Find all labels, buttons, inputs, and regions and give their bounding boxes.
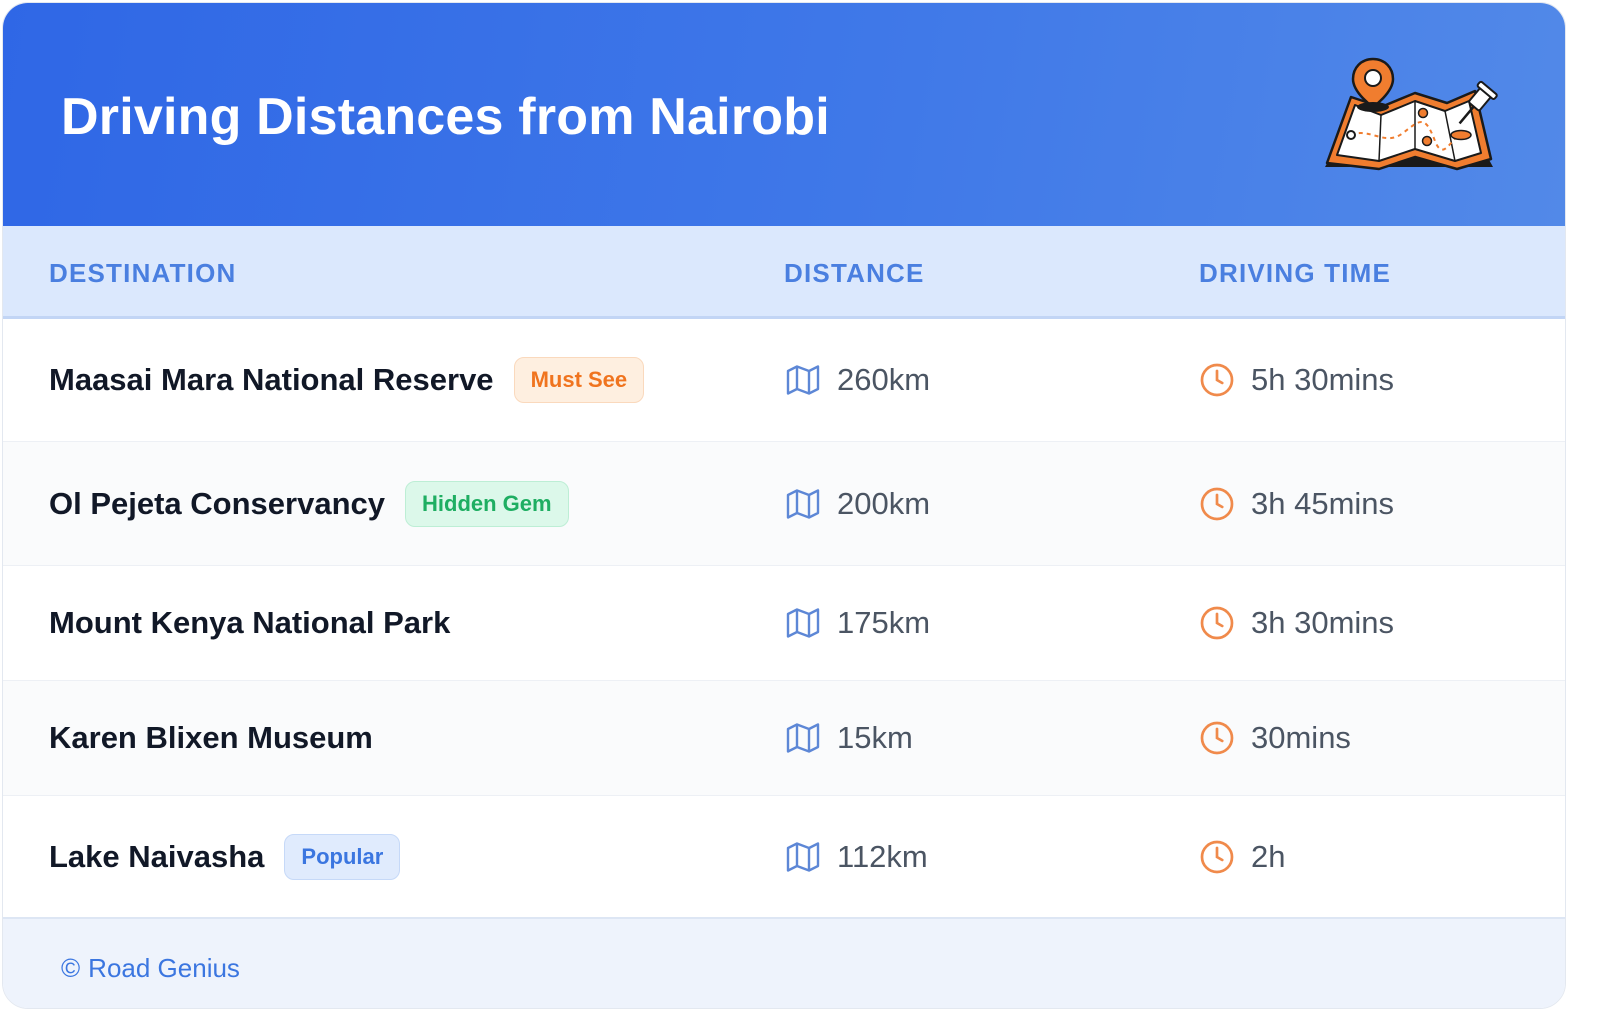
time-value: 3h 30mins — [1251, 605, 1395, 640]
map-pin-illustration — [1325, 57, 1498, 171]
map-icon — [785, 486, 821, 522]
header-banner: Driving Distances from Nairobi — [3, 3, 1565, 226]
time-cell: 30mins — [1199, 720, 1351, 756]
column-header-driving-time[interactable]: DRIVING TIME — [1199, 258, 1391, 289]
table-row[interactable]: Lake Naivasha Popular 112km 2h — [3, 796, 1565, 917]
destination-cell: Karen Blixen Museum — [49, 720, 373, 756]
clock-icon — [1199, 720, 1235, 756]
time-cell: 2h — [1199, 839, 1285, 875]
destination-cell: Mount Kenya National Park — [49, 605, 450, 641]
destination-cell: Lake Naivasha Popular — [49, 833, 401, 880]
copyright-icon: © — [61, 953, 81, 983]
page-title: Driving Distances from Nairobi — [61, 88, 830, 146]
column-header-distance[interactable]: DISTANCE — [784, 258, 925, 289]
clock-icon — [1199, 486, 1235, 522]
destination-cell: Maasai Mara National Reserve Must See — [49, 357, 645, 403]
popular-badge: Popular — [284, 833, 401, 880]
must-see-badge: Must See — [513, 357, 645, 403]
table-header: DESTINATION DISTANCE DRIVING TIME — [3, 226, 1565, 319]
destination-name: Ol Pejeta Conservancy — [49, 485, 385, 521]
map-icon — [785, 839, 821, 875]
column-header-destination[interactable]: DESTINATION — [49, 258, 237, 289]
time-value: 30mins — [1251, 720, 1351, 755]
distance-value: 175km — [837, 605, 931, 640]
time-cell: 3h 30mins — [1199, 605, 1394, 641]
distance-cell: 260km — [785, 362, 930, 398]
brand-link[interactable]: Road Genius — [88, 953, 240, 984]
time-cell: 5h 30mins — [1199, 362, 1394, 398]
clock-icon — [1199, 839, 1235, 875]
distance-cell: 200km — [785, 486, 930, 522]
distance-cell: 112km — [785, 839, 928, 875]
map-icon — [785, 720, 821, 756]
map-icon — [785, 362, 821, 398]
table-row[interactable]: Mount Kenya National Park 175km 3h 30min… — [3, 566, 1565, 681]
time-value: 5h 30mins — [1251, 362, 1395, 397]
footer: © Road Genius — [3, 917, 1565, 1008]
distance-value: 200km — [837, 485, 931, 521]
destination-name: Maasai Mara National Reserve — [49, 362, 494, 397]
footer-credit[interactable]: © Road Genius — [61, 953, 240, 984]
table-row[interactable]: Ol Pejeta Conservancy Hidden Gem 200km 3… — [3, 442, 1565, 566]
table-row[interactable]: Karen Blixen Museum 15km 30mins — [3, 681, 1565, 796]
distance-cell: 175km — [785, 605, 930, 641]
table-row[interactable]: Maasai Mara National Reserve Must See 26… — [3, 319, 1565, 442]
clock-icon — [1199, 605, 1235, 641]
clock-icon — [1199, 362, 1235, 398]
time-cell: 3h 45mins — [1199, 486, 1394, 522]
destination-cell: Ol Pejeta Conservancy Hidden Gem — [49, 480, 569, 527]
distance-value: 15km — [837, 720, 913, 755]
time-value: 3h 45mins — [1251, 485, 1395, 521]
distance-card: Driving Distances from Nairobi DESTINATI — [2, 2, 1566, 1009]
destination-name: Karen Blixen Museum — [49, 720, 373, 755]
time-value: 2h — [1251, 838, 1286, 874]
map-icon — [785, 605, 821, 641]
destination-name: Mount Kenya National Park — [49, 605, 451, 640]
hidden-gem-badge: Hidden Gem — [405, 480, 569, 527]
distance-cell: 15km — [785, 720, 913, 756]
destination-name: Lake Naivasha — [49, 838, 265, 874]
distance-value: 112km — [837, 838, 928, 874]
distance-value: 260km — [837, 362, 931, 397]
